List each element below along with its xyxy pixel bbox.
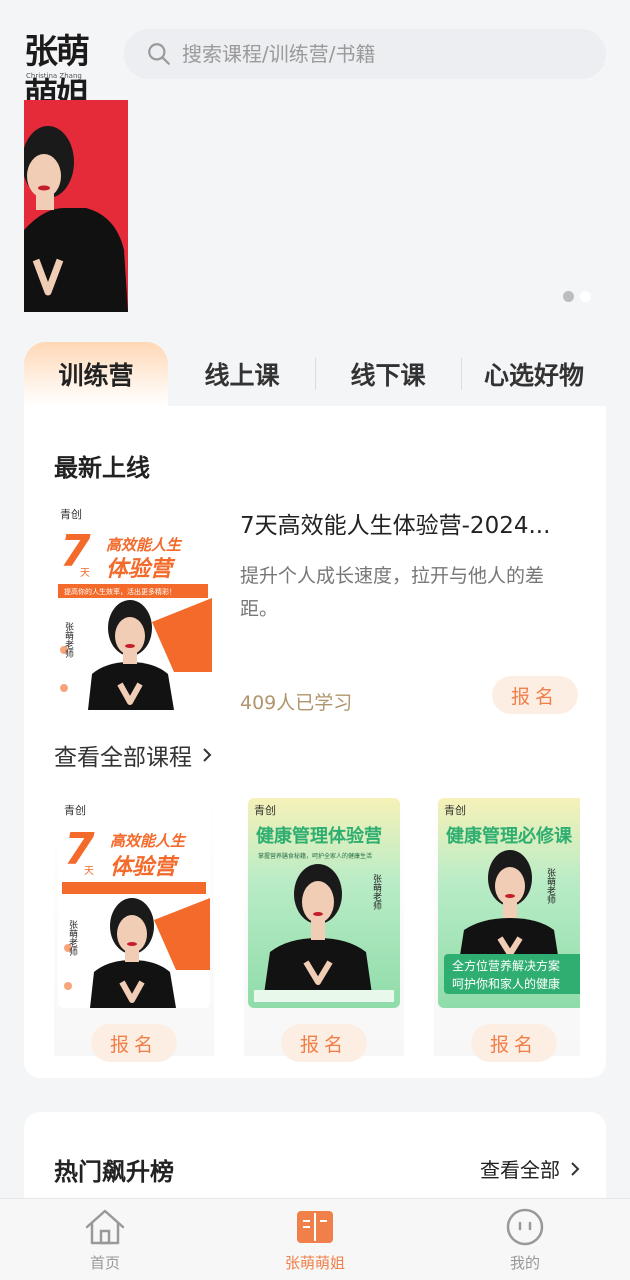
svg-text:体验营: 体验营	[106, 556, 176, 582]
course-thumbnail[interactable]: 青创 健康管理必修课 张萌老师 全方位营养解决方案 呵护你和家人的健康	[438, 798, 580, 1008]
svg-text:呵护你和家人的健康: 呵护你和家人的健康	[452, 976, 560, 991]
svg-text:青创: 青创	[60, 508, 82, 521]
svg-text:青创: 青创	[254, 804, 276, 817]
featured-course-thumbnail[interactable]: 青创 7 天 高效能人生 体验营 提高你的人生效率，活出更多精彩！ 张萌老师	[54, 502, 212, 710]
course-thumbnail[interactable]: 青创 7 天 高效能人生 体验营 张萌老师	[58, 798, 210, 1008]
tab-selected-goods[interactable]: 心选好物	[462, 342, 606, 406]
logo-subtitle: Christina Zhang	[26, 72, 82, 80]
svg-text:张萌老师: 张萌老师	[67, 920, 78, 957]
home-icon	[85, 1209, 125, 1245]
view-all-label: 查看全部课程	[54, 745, 192, 771]
svg-text:高效能人生: 高效能人生	[106, 536, 183, 554]
signup-button[interactable]: 报名	[492, 676, 578, 714]
tab-training-camp[interactable]: 训练营	[24, 342, 168, 406]
course-poster-1: 青创 7 天 高效能人生 体验营 张萌老师	[58, 798, 210, 1008]
section-title: 最新上线	[54, 454, 150, 482]
latest-section-card: 最新上线 青创 7 天 高效能人生 体验营 提高你的人生效率，活出更多精彩！ 张…	[24, 406, 606, 1078]
banner-portrait	[24, 100, 128, 312]
course-card[interactable]: 青创 健康管理体验营 掌握营养膳食秘籍，呵护全家人的健康生活 张萌老师 报名	[244, 796, 404, 1062]
carousel-indicator	[563, 291, 591, 302]
course-card[interactable]: 青创 健康管理必修课 张萌老师 全方位营养解决方案 呵护你和家人的健康 报名	[434, 796, 580, 1062]
chevron-right-icon	[571, 1161, 580, 1176]
hot-ranking-title: 热门飙升榜	[54, 1158, 174, 1186]
hot-view-all-label: 查看全部	[480, 1158, 560, 1182]
svg-text:高效能人生: 高效能人生	[110, 832, 187, 850]
tab-offline-course[interactable]: 线下课	[316, 342, 460, 406]
svg-text:天: 天	[80, 568, 90, 579]
nav-label: 我的	[509, 1254, 540, 1272]
svg-text:天: 天	[84, 866, 94, 877]
category-tabs: 训练营 线上课 线下课 心选好物	[24, 342, 606, 406]
top-bar: 张萌萌姐 Christina Zhang	[0, 0, 630, 116]
featured-poster: 青创 7 天 高效能人生 体验营 提高你的人生效率，活出更多精彩！ 张萌老师	[54, 502, 212, 710]
svg-text:张萌老师: 张萌老师	[63, 622, 74, 659]
svg-text:体验营: 体验营	[110, 854, 180, 880]
nav-zhangmeng[interactable]: 张萌萌姐	[255, 1207, 375, 1273]
banner-image[interactable]	[24, 100, 128, 312]
svg-text:张萌老师: 张萌老师	[545, 868, 556, 905]
nav-label: 张萌萌姐	[284, 1254, 345, 1272]
svg-text:健康管理必修课: 健康管理必修课	[446, 825, 573, 847]
svg-text:青创: 青创	[444, 804, 466, 817]
featured-course-title[interactable]: 7天高效能人生体验营-2024...	[240, 506, 580, 540]
view-all-courses-link[interactable]: 查看全部课程	[54, 738, 212, 772]
signup-button[interactable]: 报名	[91, 1024, 177, 1062]
course-thumbnail[interactable]: 青创 健康管理体验营 掌握营养膳食秘籍，呵护全家人的健康生活 张萌老师	[248, 798, 400, 1008]
svg-text:青创: 青创	[64, 804, 86, 817]
course-poster-2: 青创 健康管理体验营 掌握营养膳食秘籍，呵护全家人的健康生活 张萌老师	[248, 798, 400, 1008]
nav-label: 首页	[89, 1254, 120, 1272]
hot-view-all-link[interactable]: 查看全部	[480, 1154, 580, 1183]
nav-profile[interactable]: 我的	[465, 1207, 585, 1273]
search-input[interactable]	[182, 42, 582, 66]
learner-count: 409人已学习	[240, 692, 353, 714]
carousel-dot-1[interactable]	[563, 291, 574, 302]
svg-text:张萌老师: 张萌老师	[371, 874, 382, 911]
signup-button[interactable]: 报名	[471, 1024, 557, 1062]
signup-button[interactable]: 报名	[281, 1024, 367, 1062]
nav-home[interactable]: 首页	[45, 1207, 165, 1273]
book-icon	[297, 1211, 333, 1243]
carousel-dot-2[interactable]	[580, 291, 591, 302]
profile-icon	[506, 1208, 544, 1246]
featured-course-description: 提升个人成长速度，拉开与他人的差距。	[240, 565, 545, 620]
svg-text:掌握营养膳食秘籍，呵护全家人的健康生活: 掌握营养膳食秘籍，呵护全家人的健康生活	[258, 852, 372, 860]
svg-text:健康管理体验营: 健康管理体验营	[256, 825, 382, 847]
course-poster-3: 青创 健康管理必修课 张萌老师 全方位营养解决方案 呵护你和家人的健康	[438, 798, 580, 1008]
app-logo[interactable]: 张萌萌姐 Christina Zhang	[24, 30, 110, 116]
course-carousel[interactable]: 青创 7 天 高效能人生 体验营 张萌老师 报名 青创 健康管理体验营 掌握营养…	[54, 796, 580, 1066]
search-bar[interactable]	[124, 29, 606, 79]
course-card[interactable]: 青创 7 天 高效能人生 体验营 张萌老师 报名	[54, 796, 214, 1062]
chevron-right-icon	[203, 748, 212, 762]
search-icon	[148, 43, 170, 65]
svg-text:全方位营养解决方案: 全方位营养解决方案	[452, 958, 560, 973]
tab-online-course[interactable]: 线上课	[170, 342, 314, 406]
banner-carousel[interactable]	[0, 100, 630, 318]
svg-text:提高你的人生效率，活出更多精彩！: 提高你的人生效率，活出更多精彩！	[64, 587, 176, 596]
bottom-navigation: 首页 张萌萌姐 我的	[0, 1198, 630, 1280]
